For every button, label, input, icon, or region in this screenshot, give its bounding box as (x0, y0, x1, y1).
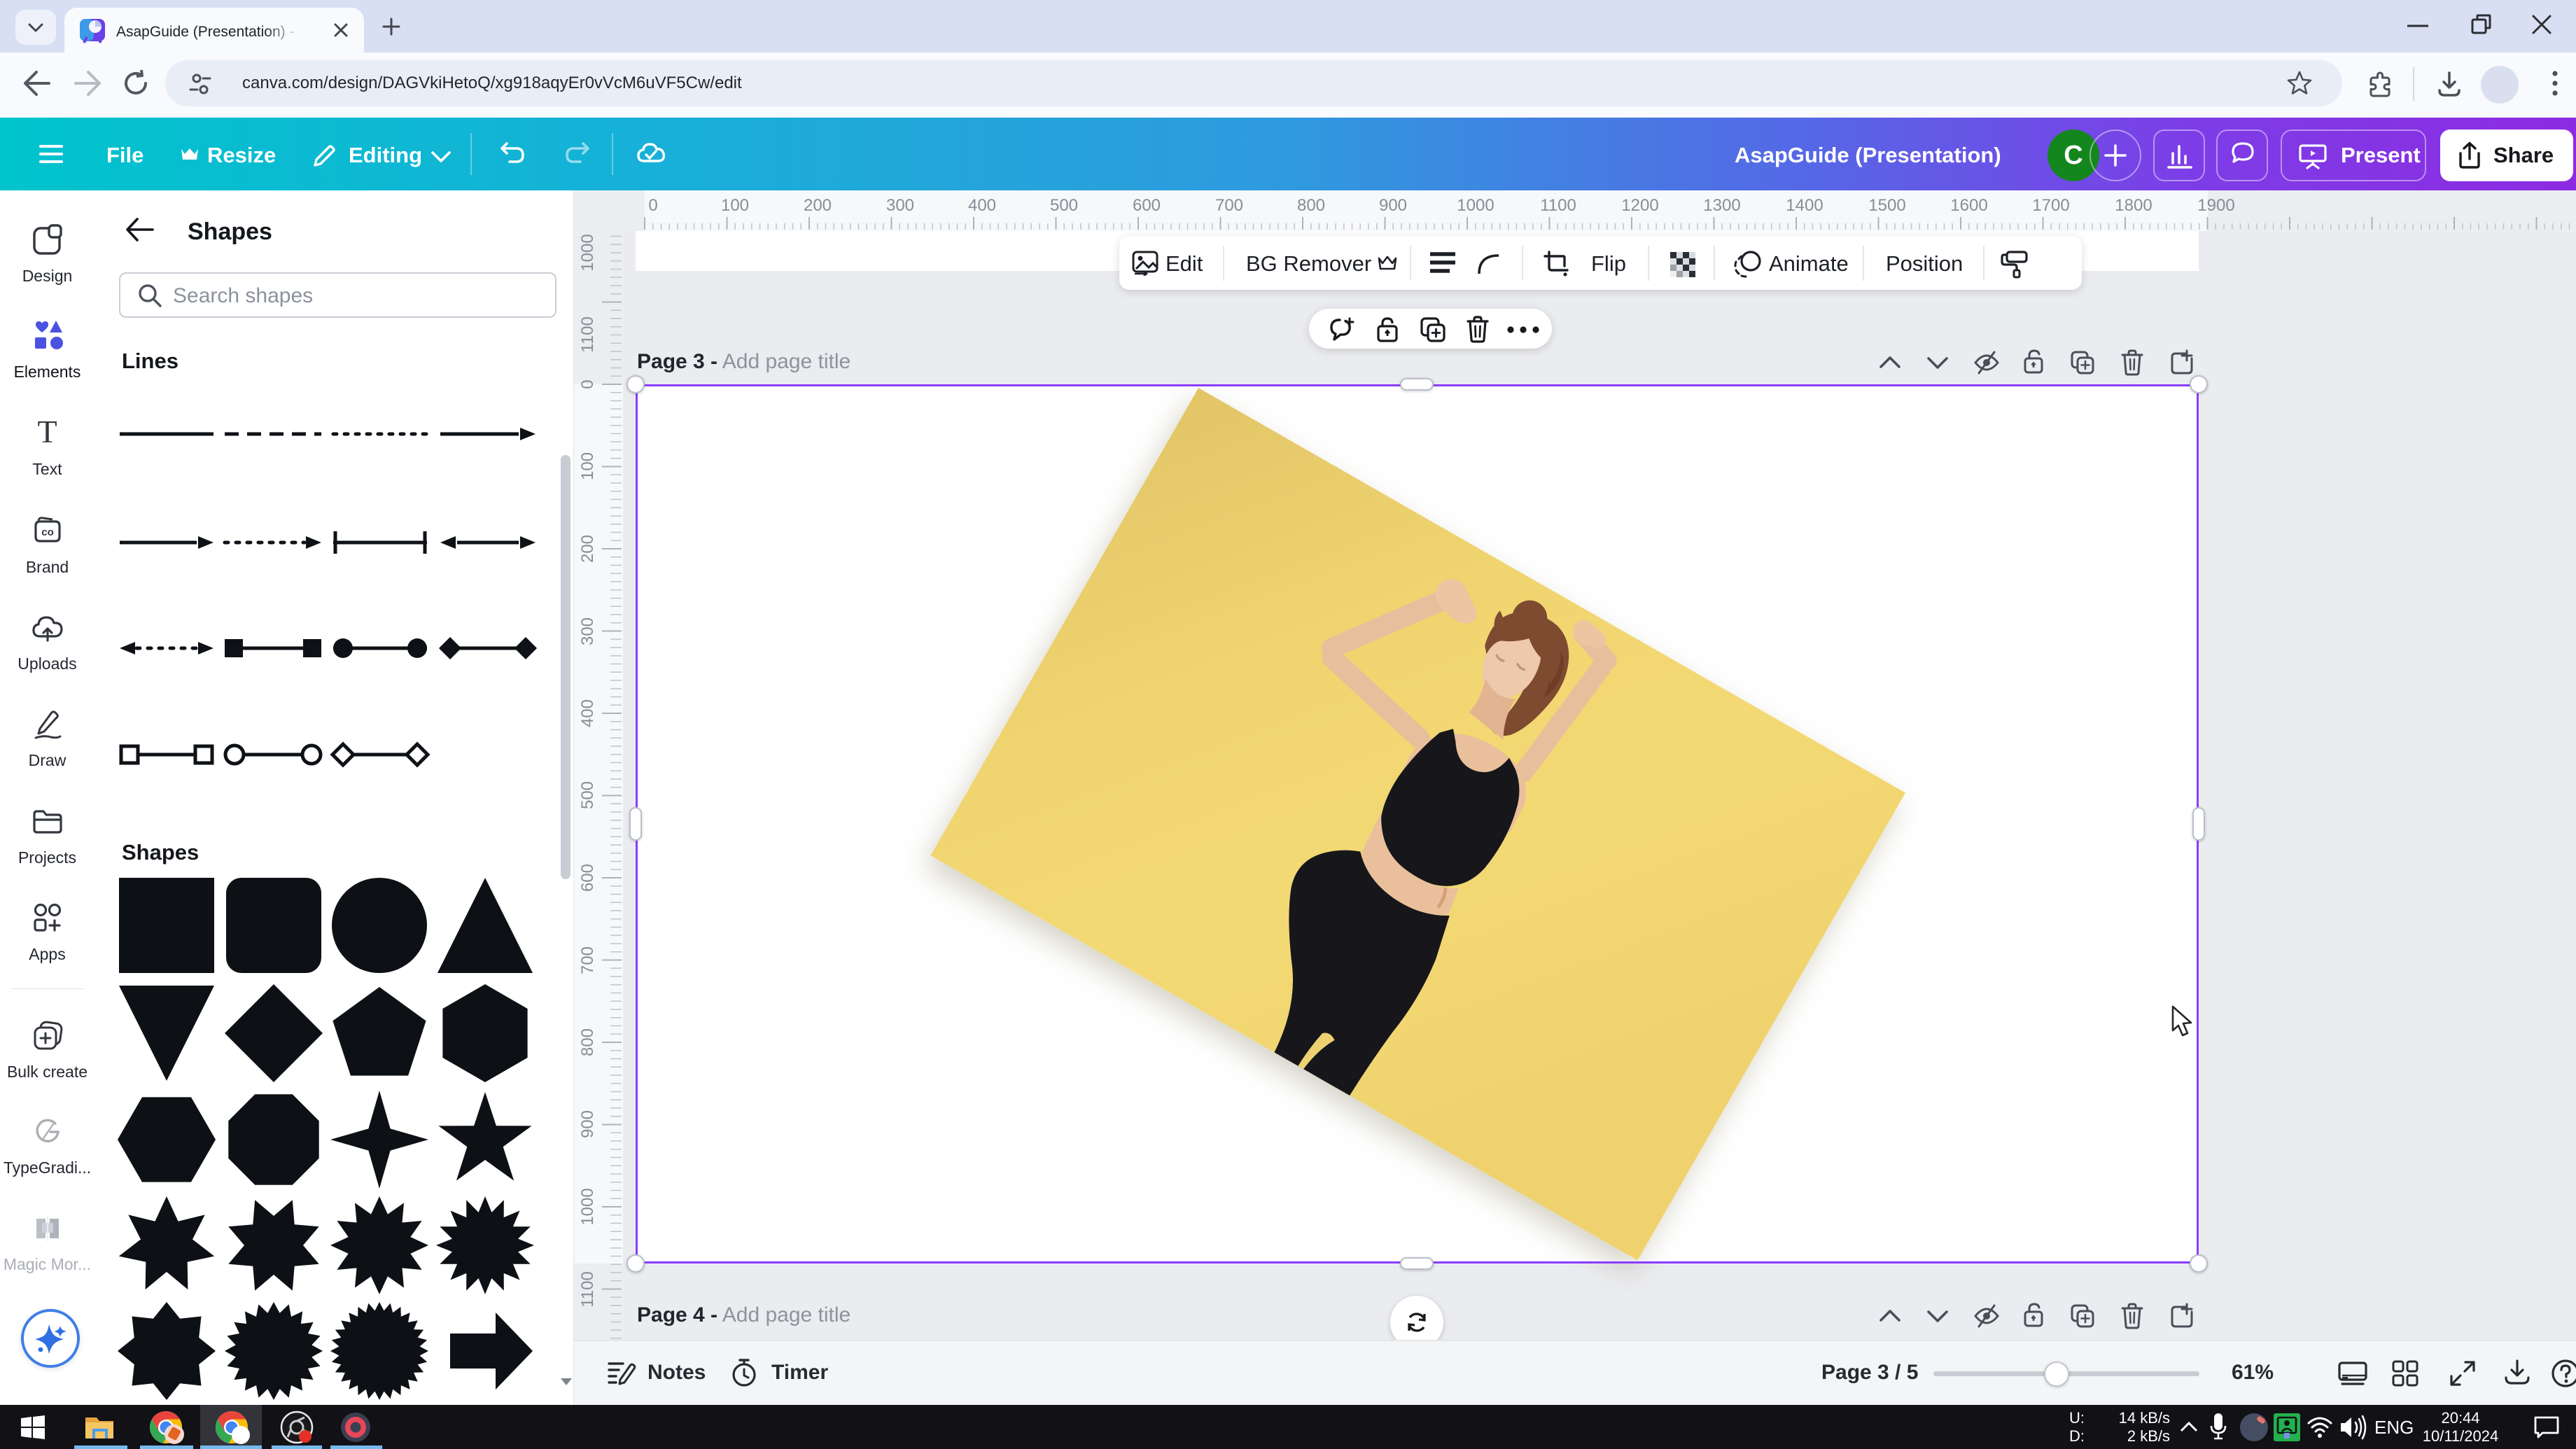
svg-text:co: co (41, 526, 54, 538)
